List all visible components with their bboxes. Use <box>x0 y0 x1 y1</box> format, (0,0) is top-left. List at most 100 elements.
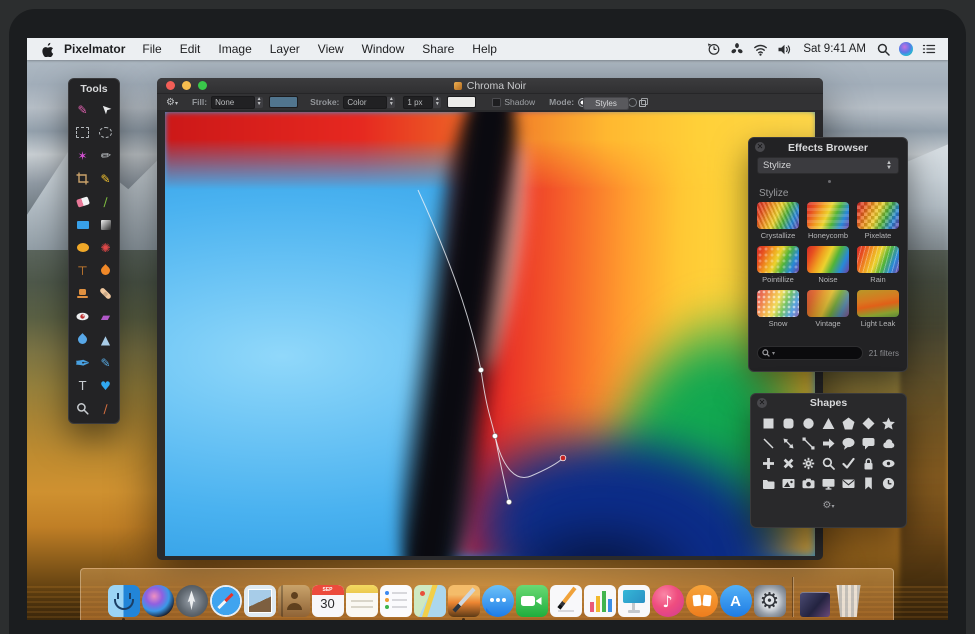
fill-color-swatch[interactable] <box>269 96 298 108</box>
shapes-settings[interactable]: ⚙▾ <box>751 500 906 511</box>
shape-folder[interactable] <box>758 473 778 493</box>
dock-icon-launchpad[interactable] <box>176 581 208 617</box>
effect-thumb-snow[interactable] <box>757 290 799 317</box>
mode-radio-outline[interactable] <box>628 98 637 107</box>
ellipse-shape-tool[interactable] <box>71 236 94 259</box>
effect-thumb-vintage[interactable] <box>807 290 849 317</box>
shape-checkmark[interactable] <box>839 453 859 473</box>
zoom-tool[interactable] <box>71 397 94 420</box>
shape-speech-bubble-round[interactable] <box>839 433 859 453</box>
smudge-tool[interactable]: ⊤ <box>71 259 94 282</box>
effect-thumb-honeycomb[interactable] <box>807 202 849 229</box>
dock-icon-minimized-window[interactable] <box>799 581 831 617</box>
shape-magnifier[interactable] <box>818 453 838 473</box>
stroke-stepper[interactable]: ▲▼ <box>387 97 395 108</box>
menu-item-help[interactable]: Help <box>463 42 506 56</box>
move-tool[interactable]: ➤ <box>94 98 117 121</box>
shadow-checkbox[interactable] <box>492 98 501 107</box>
menu-item-share[interactable]: Share <box>413 42 463 56</box>
spotlight-icon[interactable] <box>877 43 890 56</box>
menu-item-image[interactable]: Image <box>209 42 260 56</box>
pen-path-overlay[interactable] <box>165 112 815 556</box>
stroke-color-swatch[interactable] <box>447 96 476 108</box>
shape-gear[interactable] <box>798 453 818 473</box>
dock-icon-trash[interactable] <box>833 581 865 617</box>
shape-square[interactable] <box>758 413 778 433</box>
type-tool[interactable]: T <box>71 374 94 397</box>
menu-bar-clock[interactable]: Sat 9:41 AM <box>803 43 866 55</box>
rect-marquee-tool[interactable] <box>71 121 94 144</box>
shape-rounded-square[interactable] <box>778 413 798 433</box>
brush-tool[interactable]: ∕ <box>94 190 117 213</box>
dock-icon-finder[interactable] <box>108 581 140 617</box>
red-eye-tool[interactable] <box>71 305 94 328</box>
crop-tool[interactable] <box>71 167 94 190</box>
shape-plus[interactable] <box>758 453 778 473</box>
shape-camera[interactable] <box>798 473 818 493</box>
effect-thumb-pointillize[interactable] <box>757 246 799 273</box>
app-menu-pixelmator[interactable]: Pixelmator <box>64 42 125 56</box>
pencil-tool[interactable]: ✎ <box>94 167 117 190</box>
shape-cloud[interactable] <box>879 433 899 453</box>
volume-icon[interactable] <box>777 43 792 56</box>
magic-wand-tool[interactable]: ✶ <box>71 144 94 167</box>
siri-icon[interactable] <box>899 42 913 56</box>
lasso-tool[interactable]: ✐ <box>94 144 117 167</box>
time-machine-icon[interactable] <box>707 42 721 56</box>
fill-dropdown[interactable]: None <box>211 96 255 109</box>
effect-thumb-rain[interactable] <box>857 246 899 273</box>
gear-icon[interactable]: ⚙▾ <box>166 97 178 108</box>
dock-icon-pages[interactable] <box>550 581 582 617</box>
pen-tool[interactable]: ✒ <box>71 351 94 374</box>
shape-speech-bubble-square[interactable] <box>859 433 879 453</box>
effect-thumb-crystallize[interactable] <box>757 202 799 229</box>
retouch-brush-tool[interactable]: ✺ <box>94 236 117 259</box>
window-titlebar[interactable]: Chroma Noir <box>157 78 823 93</box>
freeform-pen-tool[interactable]: ✎ <box>94 351 117 374</box>
healing-tool[interactable] <box>94 282 117 305</box>
menu-item-file[interactable]: File <box>133 42 170 56</box>
dock-icon-mail[interactable] <box>244 581 276 617</box>
styles-button[interactable]: Styles <box>583 97 629 110</box>
effects-category-dropdown[interactable]: Stylize ▲▼ <box>757 157 899 174</box>
dock-icon-numbers[interactable] <box>584 581 616 617</box>
ellipse-marquee-tool[interactable] <box>94 121 117 144</box>
shape-arrow-line[interactable] <box>778 433 798 453</box>
custom-shape-tool[interactable]: ♥ <box>94 374 117 397</box>
dock-icon-facetime[interactable] <box>516 581 548 617</box>
shape-eye[interactable] <box>879 453 899 473</box>
fill-stepper[interactable]: ▲▼ <box>255 97 263 108</box>
burn-tool[interactable] <box>94 259 117 282</box>
shape-pentagon[interactable] <box>839 413 859 433</box>
dock-icon-ibooks[interactable] <box>686 581 718 617</box>
stroke-width-stepper[interactable]: ▲▼ <box>433 97 441 108</box>
shape-envelope[interactable] <box>839 473 859 493</box>
sharpen-tool[interactable]: ▲ <box>94 328 117 351</box>
eraser-tool[interactable] <box>71 190 94 213</box>
effects-search-field[interactable]: ▾ <box>757 346 863 360</box>
dock-icon-messages[interactable] <box>482 581 514 617</box>
shape-line-nodes[interactable] <box>798 433 818 453</box>
shape-lock[interactable] <box>859 453 879 473</box>
fan-icon[interactable] <box>730 42 744 56</box>
dock-icon-siri[interactable] <box>142 581 174 617</box>
canvas[interactable] <box>165 112 815 556</box>
eyedropper-tool[interactable]: ∕ <box>94 397 117 420</box>
close-icon[interactable]: ✕ <box>755 142 765 152</box>
effect-thumb-noise[interactable] <box>807 246 849 273</box>
menu-item-view[interactable]: View <box>309 42 353 56</box>
dock-icon-maps[interactable] <box>414 581 446 617</box>
menu-item-window[interactable]: Window <box>353 42 414 56</box>
apple-menu[interactable] <box>41 42 54 57</box>
clone-stamp-tool[interactable] <box>71 282 94 305</box>
shape-triangle[interactable] <box>818 413 838 433</box>
shape-line[interactable] <box>758 433 778 453</box>
dock-icon-reminders[interactable] <box>380 581 412 617</box>
shape-diamond[interactable] <box>859 413 879 433</box>
dock-icon-safari[interactable] <box>210 581 242 617</box>
dock-icon-calendar[interactable]: SEP30 <box>312 581 344 617</box>
stroke-dropdown[interactable]: Color <box>343 96 387 109</box>
shape-star[interactable] <box>879 413 899 433</box>
menu-item-layer[interactable]: Layer <box>261 42 309 56</box>
close-icon[interactable]: ✕ <box>757 398 767 408</box>
